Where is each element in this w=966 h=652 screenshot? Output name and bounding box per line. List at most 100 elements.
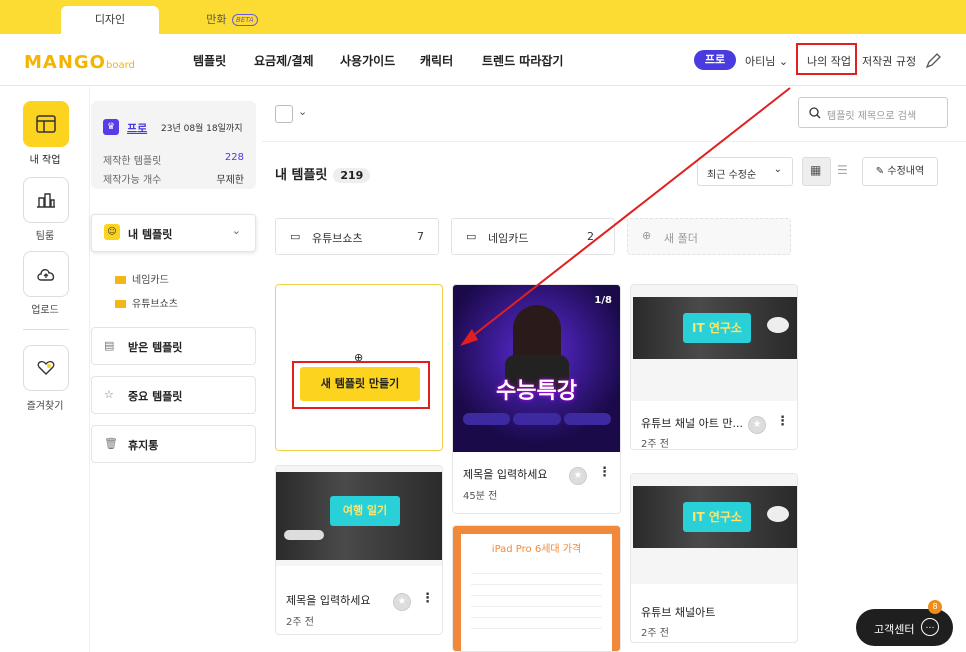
rail-team[interactable] <box>23 177 69 223</box>
chevron-down-icon[interactable]: ⌄ <box>298 105 307 118</box>
favorite-star-icon[interactable]: ★ <box>748 416 766 434</box>
list-view-button[interactable]: ☰ <box>830 157 859 186</box>
template-thumbnail[interactable]: IT 연구소 <box>631 285 797 401</box>
user-menu[interactable]: 아티님 ⌄ <box>745 53 788 69</box>
nav-character[interactable]: 캐릭터 <box>420 52 453 69</box>
nav-guide[interactable]: 사용가이드 <box>340 52 395 69</box>
rail-favorites[interactable] <box>23 345 69 391</box>
template-thumbnail[interactable]: 수능특강 1/8 <box>453 285 620 452</box>
top-tab-bar: 디자인 만화 BETA <box>0 0 966 34</box>
user-name: 아티님 <box>745 55 776 68</box>
nav-pricing[interactable]: 요금제/결제 <box>254 52 314 69</box>
banner-image: IT 연구소 <box>633 486 797 548</box>
crown-icon: ♛ <box>103 119 119 135</box>
grid-view-button[interactable]: ▦ <box>802 157 831 186</box>
select-all-checkbox[interactable] <box>275 105 293 123</box>
template-thumbnail[interactable]: iPad Pro 6세대 가격 <box>453 526 620 651</box>
folder-icon <box>115 300 126 308</box>
help-center-label: 고객센터 <box>874 623 915 636</box>
tab-manhwa[interactable]: 만화 BETA <box>192 6 272 34</box>
template-card[interactable]: 수능특강 1/8 제목을 입력하세요 45분 전 ★ ⋮ <box>452 284 621 514</box>
template-card[interactable]: IT 연구소 유튜브 채널 아트 만... 2주 전 ★ ⋮ <box>630 284 798 450</box>
card-title[interactable]: 제목을 입력하세요 <box>286 592 370 608</box>
rail-label-my-work: 내 작업 <box>29 155 61 166</box>
folder-count: 7 <box>417 230 424 243</box>
divider <box>262 141 966 142</box>
plan-expiry: 23년 08월 18일까지 <box>161 124 243 134</box>
folder-card-shorts[interactable]: ▭ 유튜브쇼츠 7 <box>275 218 439 255</box>
chevron-down-icon: ⌄ <box>773 164 782 175</box>
building-icon <box>37 193 55 208</box>
folder-count: 2 <box>587 230 594 243</box>
template-thumbnail[interactable]: IT 연구소 <box>631 474 797 584</box>
template-card[interactable]: iPad Pro 6세대 가격 <box>452 525 621 652</box>
made-count: 228 <box>224 152 244 163</box>
history-label: 수정내역 <box>887 166 925 177</box>
sidebar-folder-namecard[interactable]: 네임카드 <box>115 271 169 286</box>
card-time: 2주 전 <box>641 628 669 639</box>
sidebar-received[interactable]: ▤ 받은 템플릿 <box>91 327 256 365</box>
rail-label-upload: 업로드 <box>31 305 59 316</box>
pro-badge: 프로 <box>694 50 736 70</box>
search-input[interactable]: 템플릿 제목으로 검색 <box>798 97 948 128</box>
sidebar-my-templates[interactable]: ☺ 내 템플릿 ⌄ <box>91 214 256 252</box>
pen-icon[interactable] <box>925 52 942 69</box>
sort-value: 최근 수정순 <box>707 170 757 181</box>
folder-card-namecard[interactable]: ▭ 네임카드 2 <box>451 218 615 255</box>
sort-select[interactable]: 최근 수정순 ⌄ <box>697 157 793 186</box>
sidebar-important[interactable]: ☆ 중요 템플릿 <box>91 376 256 414</box>
folder-icon <box>115 276 126 284</box>
copyright-link[interactable]: 저작권 규정 <box>862 53 916 69</box>
rail-my-work[interactable] <box>23 101 69 147</box>
search-icon <box>809 107 821 119</box>
nav-trends[interactable]: 트렌드 따라잡기 <box>482 52 563 69</box>
thumb-text: 여행 일기 <box>330 496 400 526</box>
card-title[interactable]: 유튜브 채널아트 <box>641 604 715 620</box>
avail-value: 무제한 <box>216 175 244 186</box>
logo-sub: board <box>105 60 135 71</box>
inbox-icon: ▤ <box>104 339 115 352</box>
favorite-star-icon[interactable]: ★ <box>393 593 411 611</box>
rail-divider <box>23 329 69 330</box>
new-template-card[interactable]: ⊕ 새 템플릿 만들기 <box>275 284 443 451</box>
card-time: 45분 전 <box>463 491 498 502</box>
sidebar-important-label: 중요 템플릿 <box>128 390 183 403</box>
sidebar-folder-shorts[interactable]: 유튜브쇼츠 <box>115 295 178 310</box>
more-menu-icon[interactable]: ⋮ <box>598 465 611 480</box>
folder-outline-icon: ▭ <box>466 230 477 243</box>
airplane-image <box>284 530 324 540</box>
page-title-label: 내 템플릿 <box>275 168 328 183</box>
folder-label: 네임카드 <box>132 275 169 286</box>
thumb-text: IT 연구소 <box>683 313 751 343</box>
tab-design[interactable]: 디자인 <box>61 6 159 34</box>
more-menu-icon[interactable]: ⋮ <box>776 414 789 429</box>
price-table <box>471 563 602 633</box>
sidebar-trash[interactable]: 🗑 휴지통 <box>91 425 256 463</box>
template-card[interactable]: 여행 일기 제목을 입력하세요 2주 전 ★ ⋮ <box>275 465 443 635</box>
plan-label[interactable]: 프로 <box>127 120 147 136</box>
help-center-button[interactable]: 고객센터 … <box>856 609 953 646</box>
rail-upload[interactable] <box>23 251 69 297</box>
user-icon: ☺ <box>104 224 120 240</box>
card-title[interactable]: 유튜브 채널 아트 만... <box>641 415 743 431</box>
plan-card: ♛ 프로 23년 08월 18일까지 제작한 템플릿 228 제작가능 개수 무… <box>91 101 256 189</box>
template-card[interactable]: IT 연구소 유튜브 채널아트 2주 전 <box>630 473 798 643</box>
card-time: 2주 전 <box>286 617 314 628</box>
template-thumbnail[interactable]: 여행 일기 <box>276 466 442 566</box>
grid-icon: ▦ <box>810 163 822 177</box>
banner-image: 여행 일기 <box>276 472 442 560</box>
heart-icon <box>37 360 55 375</box>
layout-icon <box>36 115 56 133</box>
new-folder-label: 새 폴더 <box>664 232 698 245</box>
left-rail: 내 작업 팀룸 업로드 즐겨찾기 <box>0 87 90 652</box>
more-menu-icon[interactable]: ⋮ <box>421 591 434 606</box>
chevron-down-icon: ⌄ <box>778 55 789 68</box>
chat-icon: … <box>921 618 939 636</box>
history-button[interactable]: ✎ 수정내역 <box>862 157 938 186</box>
logo[interactable]: MANGOboard <box>24 52 135 73</box>
favorite-star-icon[interactable]: ★ <box>569 467 587 485</box>
new-folder-button[interactable]: ⊕ 새 폴더 <box>627 218 791 255</box>
thumb-pills <box>463 413 611 425</box>
card-title[interactable]: 제목을 입력하세요 <box>463 466 547 482</box>
nav-templates[interactable]: 템플릿 <box>193 52 226 69</box>
